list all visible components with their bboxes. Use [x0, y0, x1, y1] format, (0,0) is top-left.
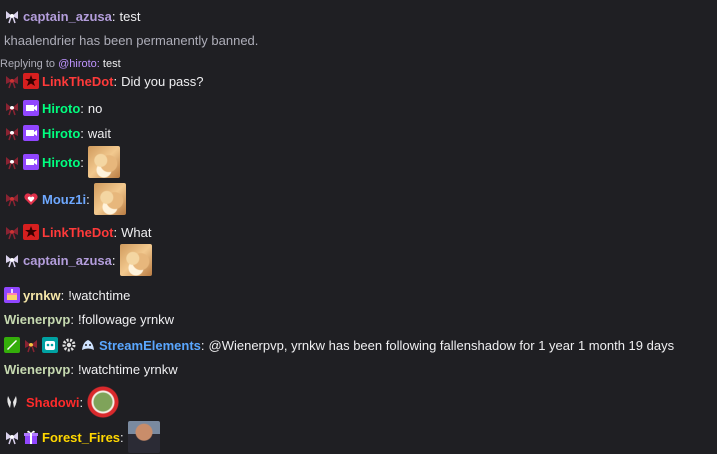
username[interactable]: Shadowi: [26, 395, 79, 410]
separator: :: [86, 191, 90, 207]
system-message: khaalendrier has been permanently banned…: [4, 33, 717, 48]
dark-bow-badge-icon[interactable]: [4, 125, 20, 141]
dark-bow-badge-icon[interactable]: [4, 73, 20, 89]
reply-context[interactable]: Replying to @hiroto: test: [0, 58, 717, 70]
chat-message: captain_azusa :: [4, 244, 717, 276]
message-text: wait: [87, 125, 112, 141]
gear-icon[interactable]: [61, 337, 77, 353]
horns-badge-icon[interactable]: [4, 394, 20, 410]
ban-notice: khaalendrier has been permanently banned…: [4, 33, 259, 48]
chat-log: captain_azusa : test khaalendrier has be…: [0, 0, 717, 454]
separator: :: [70, 362, 74, 377]
separator: :: [80, 125, 84, 141]
cat-emote[interactable]: [119, 244, 152, 276]
separator: :: [113, 224, 118, 240]
message-text: no: [87, 100, 103, 116]
chat-message: Wienerpvp : !followage yrnkw: [4, 312, 717, 327]
username[interactable]: LinkTheDot: [42, 225, 114, 240]
chat-message: Forest_Fires :: [4, 421, 717, 453]
username[interactable]: StreamElements: [99, 338, 201, 353]
chat-message: Shadowi :: [4, 386, 717, 418]
message-text: test: [119, 8, 141, 24]
reply-text: test: [102, 58, 121, 70]
face-emote[interactable]: [127, 421, 160, 453]
chat-message: Hiroto :: [4, 146, 717, 178]
separator: :: [111, 8, 116, 24]
chat-message: Hiroto : no: [4, 100, 717, 116]
message-text: !watchtime yrnkw: [77, 362, 178, 377]
chat-message: LinkTheDot : What: [4, 224, 717, 240]
message-text: !followage yrnkw: [77, 312, 175, 327]
message-text: @Wienerpvp, yrnkw has been following fal…: [208, 337, 675, 353]
sub-badge-icon[interactable]: [23, 224, 39, 240]
separator: :: [60, 287, 65, 303]
chat-message: Hiroto : wait: [4, 125, 717, 141]
chat-message: StreamElements : @Wienerpvp, yrnkw has b…: [4, 337, 717, 353]
chat-message: Mouz1i :: [4, 183, 717, 215]
moderator-sword-badge-icon[interactable]: [4, 337, 20, 353]
message-text: What: [121, 224, 152, 240]
cake-badge-icon[interactable]: [4, 287, 20, 303]
message-text: Did you pass?: [121, 73, 204, 89]
reply-prefix: Replying to: [0, 58, 56, 70]
separator: :: [111, 252, 116, 268]
bot-badge-icon[interactable]: [42, 337, 58, 353]
dark-bow-badge-icon[interactable]: [4, 154, 20, 170]
username[interactable]: Hiroto: [42, 101, 80, 116]
message-text: !watchtime: [68, 287, 131, 303]
chat-message: yrnkw : !watchtime: [4, 287, 717, 303]
username[interactable]: Forest_Fires: [42, 430, 120, 445]
username[interactable]: Hiroto: [42, 126, 80, 141]
separator: :: [113, 73, 118, 89]
chat-message: captain_azusa : test: [4, 8, 717, 24]
username[interactable]: Mouz1i: [42, 192, 86, 207]
cat-emote[interactable]: [87, 146, 120, 178]
nope-emote[interactable]: [87, 386, 120, 418]
dark-bow-badge-icon[interactable]: [4, 191, 20, 207]
reply-target[interactable]: @hiroto:: [58, 58, 100, 70]
prime-badge-icon[interactable]: [23, 125, 39, 141]
prime-badge-icon[interactable]: [23, 100, 39, 116]
separator: :: [80, 154, 84, 170]
chat-message: Wienerpvp : !watchtime yrnkw: [4, 362, 717, 377]
separator: :: [70, 312, 74, 327]
separator: :: [120, 429, 124, 445]
username[interactable]: yrnkw: [23, 288, 61, 303]
sub-badge-icon[interactable]: [23, 73, 39, 89]
username[interactable]: Wienerpvp: [4, 362, 70, 377]
dark-bow-badge-icon[interactable]: [4, 100, 20, 116]
prime-badge-icon[interactable]: [23, 154, 39, 170]
separator: :: [80, 100, 84, 116]
username[interactable]: LinkTheDot: [42, 74, 114, 89]
username[interactable]: captain_azusa: [23, 253, 112, 268]
bow-badge-icon[interactable]: [4, 429, 20, 445]
username[interactable]: captain_azusa: [23, 9, 112, 24]
username[interactable]: Wienerpvp: [4, 312, 70, 327]
bow-badge-icon[interactable]: [4, 252, 20, 268]
gift-badge-icon[interactable]: [23, 429, 39, 445]
chat-message: LinkTheDot : Did you pass?: [4, 73, 717, 89]
streamelements-logo-icon[interactable]: [80, 337, 96, 353]
dark-bow-badge-icon[interactable]: [4, 224, 20, 240]
username[interactable]: Hiroto: [42, 155, 80, 170]
separator: :: [79, 394, 84, 410]
heart-badge-icon[interactable]: [23, 191, 39, 207]
separator: :: [200, 337, 205, 353]
bow-badge-icon[interactable]: [4, 8, 20, 24]
cat-emote[interactable]: [93, 183, 126, 215]
dark-bow-badge-icon[interactable]: [23, 337, 39, 353]
